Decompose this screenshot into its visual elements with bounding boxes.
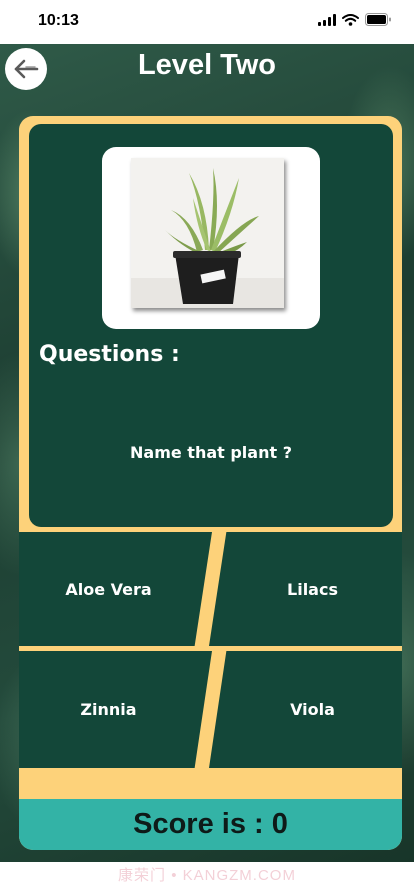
page-title: Level Two	[137, 49, 277, 81]
question-text: Name that plant ?	[130, 443, 292, 462]
answer-label: Aloe Vera	[65, 579, 152, 599]
answer-option-3[interactable]: Zinnia	[19, 651, 212, 768]
answer-label: Viola	[290, 700, 335, 719]
score-text: Score is : 0	[133, 808, 288, 840]
answer-label: Lilacs	[287, 579, 338, 599]
status-bar: 10:13	[0, 0, 414, 44]
aloe-vera-plant-illustration	[131, 158, 284, 308]
answer-option-2[interactable]: Lilacs	[209, 532, 402, 646]
question-card: Questions : Name that plant ?	[29, 124, 393, 527]
battery-icon	[365, 13, 391, 26]
answer-label: Zinnia	[80, 700, 137, 719]
answer-options: Aloe Vera Lilacs Zinnia Viola	[19, 532, 402, 768]
watermark: 康荣门 • KANGZM.COM	[118, 867, 296, 884]
plant-image-frame	[102, 147, 320, 329]
questions-label: Questions :	[39, 342, 180, 367]
signal-icon	[318, 13, 336, 26]
answer-option-1[interactable]: Aloe Vera	[19, 532, 212, 646]
status-time: 10:13	[38, 12, 79, 29]
plant-image	[131, 158, 284, 308]
score-bar: Score is : 0	[19, 799, 402, 850]
quiz-frame: Questions : Name that plant ? Aloe Vera …	[19, 116, 402, 850]
status-icons	[318, 13, 392, 26]
answer-option-4[interactable]: Viola	[209, 651, 402, 768]
wifi-icon	[342, 13, 359, 26]
